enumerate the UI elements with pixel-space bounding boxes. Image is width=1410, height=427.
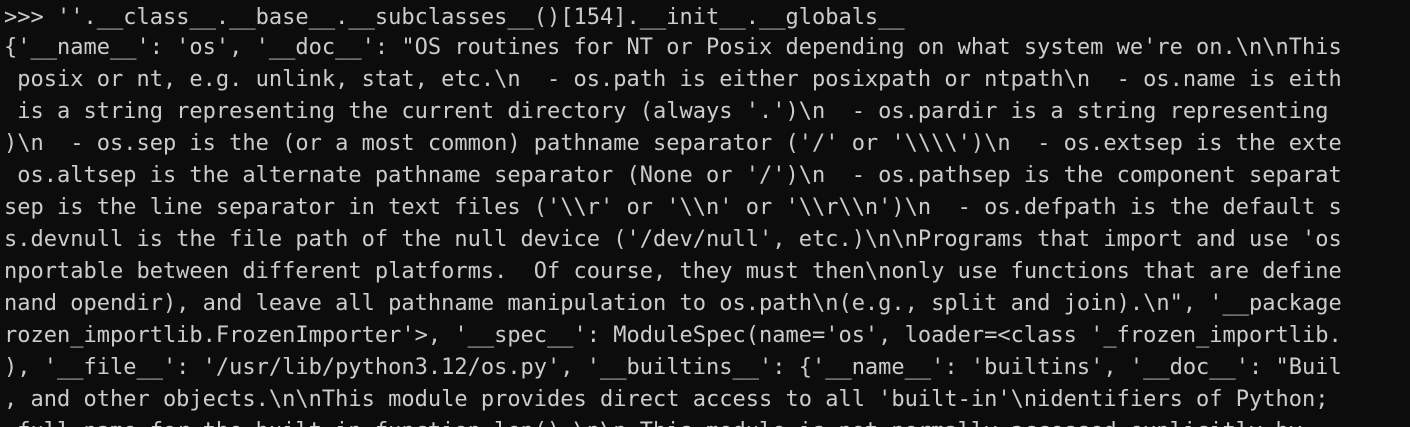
output-line: os.altsep is the alternate pathname sepa… — [4, 163, 1342, 188]
output-line: full name for the built-in function len(… — [4, 416, 1302, 427]
command-line: >>> ''.__class__.__base__.__subclasses__… — [4, 2, 905, 34]
output-line: {'__name__': 'os', '__doc__': "OS routin… — [4, 35, 1342, 60]
command-text: ''.__class__.__base__.__subclasses__()[1… — [56, 5, 905, 30]
output-line: posix or nt, e.g. unlink, stat, etc.\n -… — [4, 67, 1342, 92]
output-line: rozen_importlib.FrozenImporter'>, '__spe… — [4, 323, 1342, 348]
output-line: )\n - os.sep is the (or a most common) p… — [4, 131, 1342, 156]
output-line: nportable between different platforms. O… — [4, 259, 1342, 284]
prompt: >>> — [4, 5, 57, 30]
terminal-window[interactable]: >>> ''.__class__.__base__.__subclasses__… — [0, 0, 1410, 427]
output-line: nand opendir), and leave all pathname ma… — [4, 291, 1342, 316]
output-line: , and other objects.\n\nThis module prov… — [4, 387, 1329, 412]
output-line: ), '__file__': '/usr/lib/python3.12/os.p… — [4, 355, 1342, 380]
output-line: s.devnull is the file path of the null d… — [4, 227, 1342, 252]
output-line: sep is the line separator in text files … — [4, 195, 1342, 220]
output-line: is a string representing the current dir… — [4, 99, 1329, 124]
